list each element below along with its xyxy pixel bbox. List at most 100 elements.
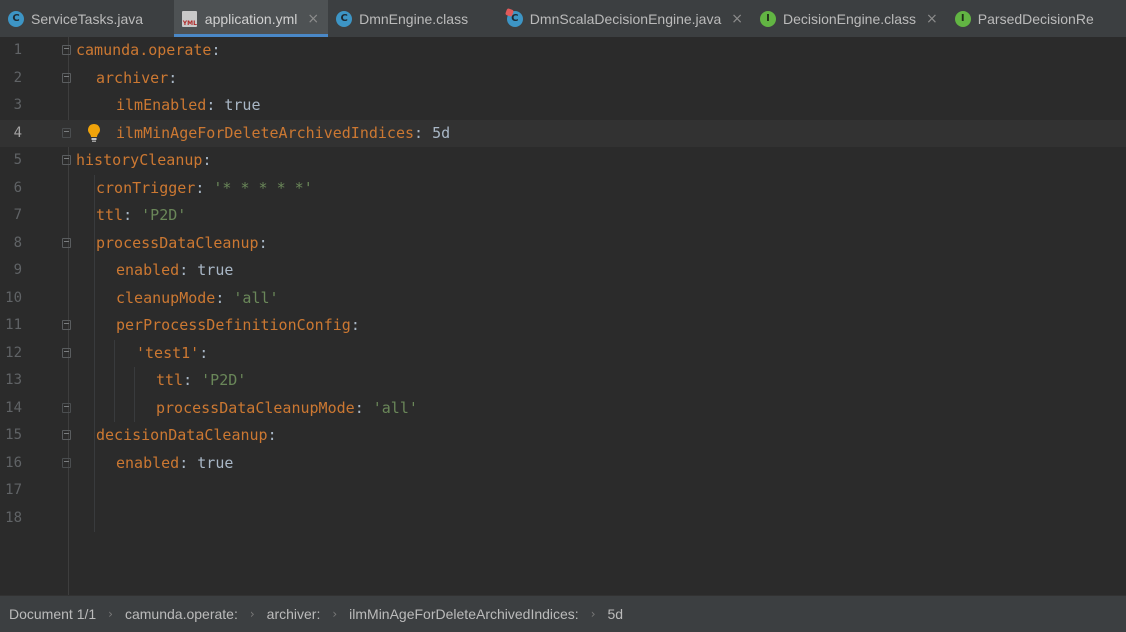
- code-text: 'test1':: [136, 340, 208, 367]
- yaml-key: 'test1': [136, 343, 200, 362]
- yaml-colon: :: [179, 453, 198, 472]
- code-line[interactable]: 11 perProcessDefinitionConfig:: [0, 312, 1126, 339]
- yaml-colon: :: [199, 343, 209, 362]
- yaml-colon: :: [195, 178, 214, 197]
- fold-marker-icon[interactable]: [62, 127, 71, 138]
- code-line[interactable]: 18: [0, 505, 1126, 532]
- breadcrumb-camunda-operate[interactable]: camunda.operate:: [125, 606, 238, 622]
- chevron-right-icon: ›: [108, 607, 113, 621]
- code-line[interactable]: 8 processDataCleanup:: [0, 230, 1126, 257]
- tab-label: ServiceTasks.java: [31, 10, 144, 27]
- yaml-colon: :: [179, 261, 198, 279]
- yaml-colon: :: [258, 233, 268, 252]
- tab-service-tasks[interactable]: C ServiceTasks.java ×: [0, 0, 174, 37]
- code-line[interactable]: 2 archiver:: [0, 65, 1126, 92]
- fold-marker-icon[interactable]: [62, 402, 71, 413]
- tab-label: DmnEngine.class: [359, 10, 469, 27]
- yaml-key: decisionDataCleanup: [96, 426, 268, 444]
- yaml-key: enabled: [116, 261, 180, 279]
- editor-tab-bar: C ServiceTasks.java × YML application.ym…: [0, 0, 1126, 38]
- yaml-key: ttl: [156, 371, 184, 389]
- fold-marker-icon[interactable]: [62, 320, 71, 330]
- fold-marker-icon[interactable]: [62, 347, 71, 358]
- code-line[interactable]: 16 enabled: true: [0, 450, 1126, 477]
- fold-marker-icon[interactable]: [62, 155, 71, 165]
- code-line[interactable]: 3 ilmEnabled: true: [0, 92, 1126, 119]
- tab-parsed-decision[interactable]: I ParsedDecisionRe: [947, 0, 1103, 37]
- yaml-value: true: [197, 261, 234, 279]
- close-icon[interactable]: ×: [307, 11, 319, 27]
- code-text: ttl: 'P2D': [156, 367, 246, 394]
- line-number: 2: [13, 69, 22, 86]
- fold-marker-icon[interactable]: [62, 457, 71, 468]
- code-text: perProcessDefinitionConfig:: [116, 312, 360, 339]
- document-indicator[interactable]: Document 1/1: [9, 606, 96, 622]
- code-line[interactable]: 4 ilmMinAgeForDeleteArchivedIndices: 5d: [0, 119, 1126, 147]
- fold-marker-icon[interactable]: [62, 72, 71, 83]
- yaml-key: historyCleanup: [76, 151, 203, 169]
- line-number: 9: [13, 262, 22, 278]
- yaml-key: processDataCleanup: [96, 233, 259, 252]
- yaml-key: processDataCleanupMode: [156, 398, 355, 417]
- code-text: historyCleanup:: [76, 147, 211, 174]
- line-number: 18: [5, 509, 22, 526]
- breadcrumb-ilm-min-age[interactable]: ilmMinAgeForDeleteArchivedIndices:: [349, 606, 579, 622]
- close-icon[interactable]: ×: [926, 11, 938, 27]
- code-text: decisionDataCleanup:: [96, 422, 277, 449]
- tab-application-yml[interactable]: YML application.yml ×: [173, 0, 329, 37]
- yaml-key: camunda.operate: [76, 41, 212, 59]
- yaml-value: 'P2D': [141, 206, 187, 224]
- yaml-colon: :: [267, 426, 277, 444]
- yaml-key: cronTrigger: [96, 178, 196, 197]
- line-number: 6: [13, 179, 22, 196]
- yaml-key: ilmEnabled: [116, 96, 207, 114]
- breadcrumb-archiver[interactable]: archiver:: [267, 606, 321, 622]
- code-editor[interactable]: 1 camunda.operate: 2 archiver: 3 ilmEnabled: …: [0, 37, 1126, 595]
- code-line[interactable]: 10 cleanupMode: 'all': [0, 285, 1126, 312]
- code-line[interactable]: 9 enabled: true: [0, 257, 1126, 284]
- code-line[interactable]: 12 'test1':: [0, 340, 1126, 367]
- code-text: ilmMinAgeForDeleteArchivedIndices: 5d: [116, 120, 450, 147]
- yaml-key: cleanupMode: [116, 288, 216, 307]
- tab-dmn-engine[interactable]: C DmnEngine.class ×: [328, 0, 499, 37]
- code-line[interactable]: 6 cronTrigger: '* * * * *': [0, 175, 1126, 202]
- code-text: processDataCleanupMode: 'all': [156, 395, 418, 422]
- line-number: 7: [13, 207, 22, 223]
- line-number: 8: [13, 234, 22, 251]
- interface-icon: I: [759, 10, 776, 27]
- chevron-right-icon: ›: [590, 607, 596, 621]
- yaml-colon: :: [354, 398, 373, 417]
- code-text: processDataCleanup:: [96, 230, 268, 257]
- code-line[interactable]: 13 ttl: 'P2D': [0, 367, 1126, 394]
- yaml-value: 'all': [233, 288, 279, 307]
- breadcrumb-value[interactable]: 5d: [608, 606, 624, 622]
- line-number: 13: [5, 372, 22, 388]
- fold-marker-icon[interactable]: [62, 45, 71, 55]
- chevron-right-icon: ›: [249, 607, 255, 621]
- code-line[interactable]: 14 processDataCleanupMode: 'all': [0, 395, 1126, 422]
- yaml-key: enabled: [116, 453, 180, 472]
- code-line[interactable]: 5 historyCleanup:: [0, 147, 1126, 174]
- class-icon: C: [336, 10, 353, 27]
- tab-decision-engine[interactable]: I DecisionEngine.class ×: [752, 0, 947, 37]
- line-number: 14: [5, 399, 22, 416]
- code-line[interactable]: 7 ttl: 'P2D': [0, 202, 1126, 229]
- code-line[interactable]: 15 decisionDataCleanup:: [0, 422, 1126, 449]
- yml-file-icon: YML: [181, 10, 197, 27]
- fold-marker-icon[interactable]: [62, 237, 71, 248]
- code-line[interactable]: 1 camunda.operate:: [0, 37, 1126, 64]
- yaml-colon: :: [202, 151, 212, 169]
- yaml-colon: :: [414, 123, 433, 142]
- line-number: 1: [13, 42, 22, 58]
- class-icon: C: [506, 10, 523, 27]
- lightbulb-icon[interactable]: [86, 123, 102, 143]
- close-icon[interactable]: ×: [731, 11, 743, 27]
- line-number: 4: [13, 124, 22, 141]
- line-number: 17: [5, 482, 22, 498]
- code-line[interactable]: 17: [0, 477, 1126, 504]
- tab-dmn-scala-decision-engine[interactable]: C DmnScalaDecisionEngine.java ×: [499, 0, 752, 37]
- fold-marker-icon[interactable]: [62, 430, 71, 440]
- yaml-key: archiver: [96, 68, 169, 87]
- yaml-value: 'P2D': [201, 371, 247, 389]
- yaml-colon: :: [168, 68, 178, 87]
